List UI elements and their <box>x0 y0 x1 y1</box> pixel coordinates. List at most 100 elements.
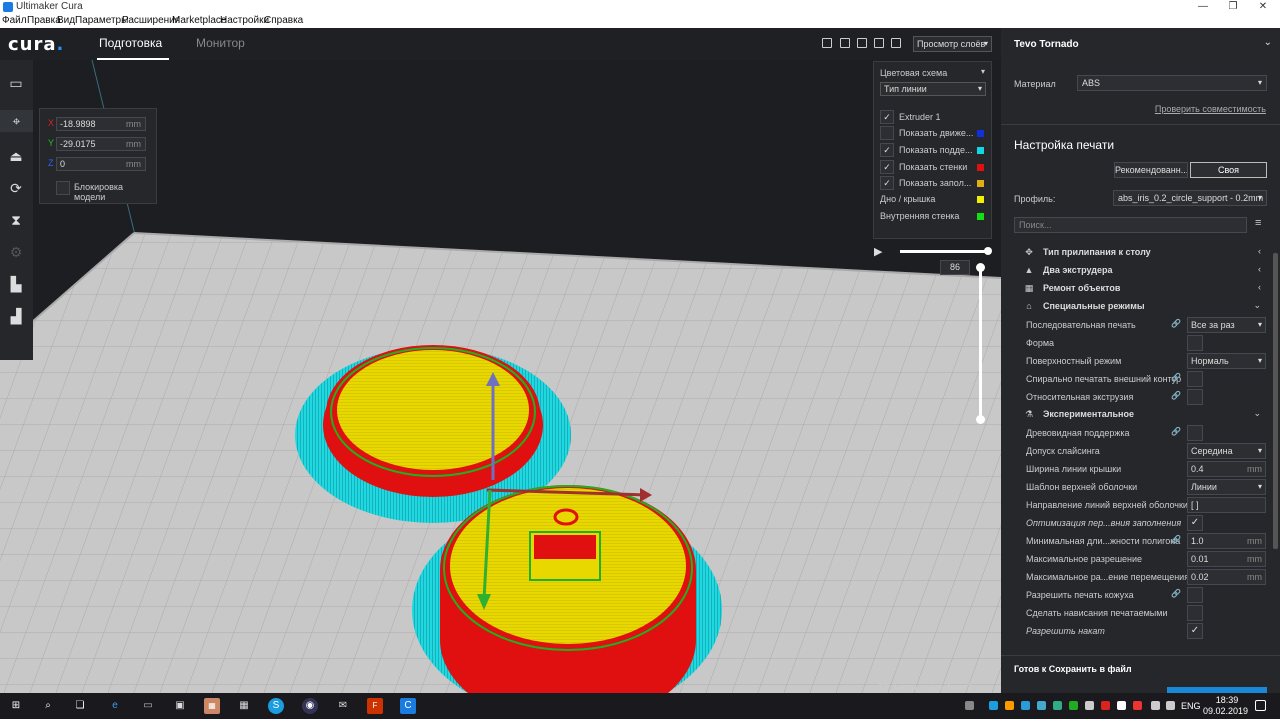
legend-show-infill[interactable]: ✓ Показать запол... <box>880 176 988 190</box>
store-icon[interactable]: ▣ <box>172 698 188 714</box>
app-icon[interactable]: ▦ <box>204 698 220 714</box>
menu-settings[interactable]: Параметры <box>75 15 128 26</box>
check-compatibility-link[interactable]: Проверить совместимость <box>1155 104 1266 114</box>
per-model-settings-icon[interactable]: ⚙ <box>5 241 27 263</box>
notification-icon[interactable] <box>1255 700 1266 711</box>
layer-upper-handle[interactable] <box>976 263 985 272</box>
legend-checkbox[interactable]: ✓ <box>880 143 894 157</box>
tray-app-icon[interactable] <box>1117 701 1126 710</box>
task-view-icon[interactable]: ❏ <box>72 698 88 714</box>
tray-app-icon[interactable] <box>1053 701 1062 710</box>
clock-time[interactable]: 18:39 <box>1211 695 1243 705</box>
tree-support-checkbox[interactable] <box>1187 425 1203 441</box>
infill-travel-optimization-checkbox[interactable]: ✓ <box>1187 515 1203 531</box>
surface-mode-select[interactable]: Нормаль ▾ <box>1187 353 1266 369</box>
legend-checkbox[interactable]: ✓ <box>880 176 894 190</box>
tray-antivirus-icon[interactable] <box>1101 701 1110 710</box>
mirror-tool-icon[interactable]: ⧗ <box>5 209 27 231</box>
current-layer-input[interactable]: 86 <box>940 260 970 275</box>
category-adhesion[interactable]: ✥ Тип прилипания к столу ‹ <box>1001 244 1271 262</box>
view-left-icon[interactable] <box>874 38 884 48</box>
network-icon[interactable] <box>1151 701 1160 710</box>
layer-path-handle[interactable] <box>984 247 992 255</box>
draft-shield-checkbox[interactable] <box>1187 587 1203 603</box>
people-icon[interactable] <box>965 701 974 710</box>
menu-edit[interactable]: Правка <box>27 15 61 26</box>
settings-scrollbar[interactable] <box>1273 253 1278 549</box>
volume-icon[interactable] <box>1166 701 1175 710</box>
layer-path-slider[interactable] <box>900 250 988 253</box>
tray-skype-icon[interactable] <box>989 701 998 710</box>
slicing-tolerance-select[interactable]: Середина ▾ <box>1187 443 1266 459</box>
tray-usb-icon[interactable] <box>1085 701 1094 710</box>
conical-overhang-checkbox[interactable] <box>1187 605 1203 621</box>
roofing-directions-input[interactable]: [ ] <box>1187 497 1266 513</box>
layer-lower-handle[interactable] <box>976 415 985 424</box>
settings-visibility-menu-icon[interactable]: ≡ <box>1255 217 1267 231</box>
legend-show-walls[interactable]: ✓ Показать стенки <box>880 160 988 174</box>
support-blocker-icon[interactable]: ▙ <box>5 273 27 295</box>
cura-taskbar-icon[interactable]: C <box>400 698 416 714</box>
clock-date[interactable]: 09.02.2019 <box>1203 706 1248 716</box>
material-select[interactable]: ABS ▾ <box>1077 75 1267 91</box>
layer-slider[interactable] <box>979 267 982 419</box>
view-top-icon[interactable] <box>857 38 867 48</box>
windows-start-icon[interactable]: ⊞ <box>8 698 24 714</box>
play-icon[interactable]: ▶ <box>874 245 886 258</box>
x-position-input[interactable]: -18.9898 mm <box>56 117 146 131</box>
tray-app-icon[interactable] <box>1037 701 1046 710</box>
tab-prepare[interactable]: Подготовка <box>99 36 162 50</box>
view-right-icon[interactable] <box>891 38 901 48</box>
menu-help[interactable]: Справка <box>264 15 303 26</box>
roofing-pattern-select[interactable]: Линии ▾ <box>1187 479 1266 495</box>
close-button[interactable]: ✕ <box>1248 0 1278 14</box>
min-polygon-circumference-input[interactable]: 1.0 mm <box>1187 533 1266 549</box>
view-3d-icon[interactable] <box>822 38 832 48</box>
scale-tool-icon[interactable]: ⏏ <box>5 145 27 167</box>
color-scheme-select[interactable]: Тип линии ▾ <box>880 82 986 96</box>
category-special-modes[interactable]: ⌂ Специальные режимы ⌄ <box>1001 298 1271 316</box>
mail-icon[interactable]: ✉ <box>335 698 351 714</box>
open-file-icon[interactable]: ▭ <box>5 72 27 94</box>
edge-icon[interactable]: e <box>107 698 123 714</box>
menu-marketplace[interactable]: Marketplace <box>172 15 226 26</box>
maximize-button[interactable]: ❐ <box>1218 0 1248 14</box>
legend-checkbox[interactable] <box>880 126 894 140</box>
fusion-icon[interactable]: F <box>367 698 383 714</box>
coasting-checkbox[interactable]: ✓ <box>1187 623 1203 639</box>
print-sequence-select[interactable]: Все за раз ▾ <box>1187 317 1266 333</box>
max-travel-resolution-input[interactable]: 0.02 mm <box>1187 569 1266 585</box>
mold-checkbox[interactable] <box>1187 335 1203 351</box>
calculator-icon[interactable]: ▦ <box>236 698 252 714</box>
skype-icon[interactable]: S <box>268 698 284 714</box>
profile-select[interactable]: abs_iris_0.2_circle_support - 0.2mm ▾ <box>1113 190 1267 206</box>
z-position-input[interactable]: 0 mm <box>56 157 146 171</box>
recommended-mode-button[interactable]: Рекомендованн... <box>1114 162 1188 178</box>
relative-extrusion-checkbox[interactable] <box>1187 389 1203 405</box>
file-explorer-icon[interactable]: ▭ <box>140 698 156 714</box>
menu-preferences[interactable]: Настройки <box>220 15 269 26</box>
browser-icon[interactable]: ◉ <box>302 698 318 714</box>
y-position-input[interactable]: -29.0175 mm <box>56 137 146 151</box>
tray-telegram-icon[interactable] <box>1021 701 1030 710</box>
custom-mode-button[interactable]: Своя <box>1190 162 1267 178</box>
max-resolution-input[interactable]: 0.01 mm <box>1187 551 1266 567</box>
language-indicator[interactable]: ENG <box>1181 701 1201 711</box>
tab-monitor[interactable]: Монитор <box>196 36 245 50</box>
view-mode-select[interactable]: Просмотр слоёв ▾ <box>913 36 992 52</box>
category-mesh-fixes[interactable]: ▦ Ремонт объектов ‹ <box>1001 280 1271 298</box>
minimize-button[interactable]: — <box>1188 0 1218 14</box>
legend-checkbox[interactable]: ✓ <box>880 110 894 124</box>
rotate-tool-icon[interactable]: ⟳ <box>5 177 27 199</box>
legend-show-travel[interactable]: Показать движе... <box>880 126 988 140</box>
printer-name[interactable]: Tevo Tornado <box>1014 39 1079 50</box>
roofing-line-width-input[interactable]: 0.4 mm <box>1187 461 1266 477</box>
legend-show-support[interactable]: ✓ Показать подде... <box>880 143 988 157</box>
move-tool-icon[interactable]: ⌖ <box>0 110 33 132</box>
tray-app-icon[interactable] <box>1069 701 1078 710</box>
menu-view[interactable]: Вид <box>57 15 75 26</box>
spiralize-checkbox[interactable] <box>1187 371 1203 387</box>
category-experimental[interactable]: ⚗ Экспериментальное ⌄ <box>1001 406 1271 424</box>
tray-app-icon[interactable] <box>1133 701 1142 710</box>
settings-search-input[interactable]: Поиск... <box>1014 217 1247 233</box>
